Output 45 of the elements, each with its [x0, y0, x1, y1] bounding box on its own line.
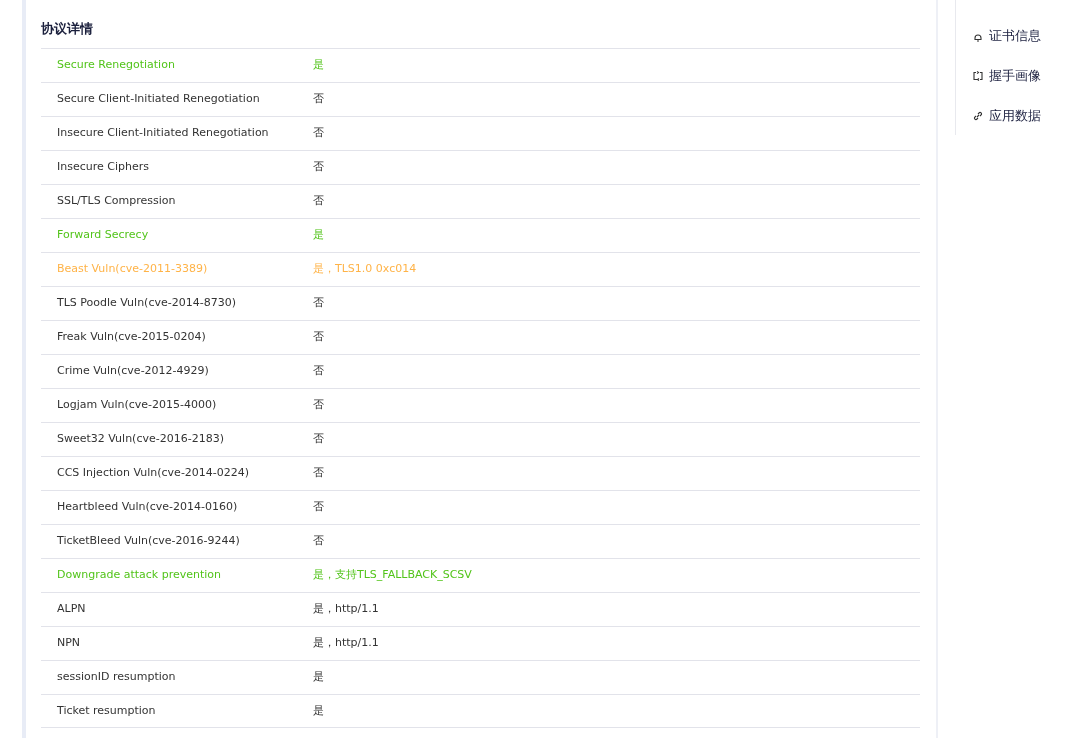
nav-link[interactable]: 证书信息 — [972, 16, 1041, 56]
row-value: 是 — [313, 227, 324, 244]
link-icon — [972, 110, 984, 122]
row-label: Freak Vuln(cve-2015-0204) — [56, 329, 207, 346]
row-value: 否 — [313, 465, 324, 482]
row-value: 否 — [313, 125, 324, 142]
row-value: 否 — [313, 329, 324, 346]
row-label: Heartbleed Vuln(cve-2014-0160) — [56, 499, 239, 516]
row-value: 是 — [313, 57, 324, 74]
row-value: 否 — [313, 91, 324, 108]
row-label: Ticket resumption — [56, 702, 157, 719]
row-value: 是，http/1.1 — [313, 601, 379, 618]
section-title: 协议详情 — [41, 20, 94, 38]
row-label: Downgrade attack prevention — [56, 567, 223, 584]
row-value: 是，http/1.1 — [313, 635, 379, 652]
row-value: 是 — [313, 669, 324, 686]
row-label: CCS Injection Vuln(cve-2014-0224) — [56, 465, 251, 482]
row-label: Beast Vuln(cve-2011-3389) — [56, 261, 209, 278]
nav-link[interactable]: 握手画像 — [972, 56, 1041, 96]
row-label: TicketBleed Vuln(cve-2016-9244) — [56, 533, 241, 550]
row-label: TLS Poodle Vuln(cve-2014-8730) — [56, 295, 237, 312]
row-value: 是，支持TLS_FALLBACK_SCSV — [313, 567, 472, 584]
row-label: Secure Client-Initiated Renegotiation — [56, 91, 261, 108]
row-value: 否 — [313, 363, 324, 380]
row-label: ALPN — [56, 601, 87, 618]
row-value: 否 — [313, 159, 324, 176]
row-value: 否 — [313, 295, 324, 312]
row-label: SSL/TLS Compression — [56, 193, 177, 210]
row-label: NPN — [56, 635, 82, 652]
row-value: 是 — [313, 702, 324, 719]
row-label: Sweet32 Vuln(cve-2016-2183) — [56, 431, 225, 448]
row-label: sessionID resumption — [56, 669, 177, 686]
row-value: 否 — [313, 499, 324, 516]
row-value: 否 — [313, 397, 324, 414]
nav-link[interactable]: 应用数据 — [972, 96, 1041, 136]
row-value: 否 — [313, 431, 324, 448]
row-label: Insecure Ciphers — [56, 159, 150, 176]
row-value: 否 — [313, 533, 324, 550]
row-label: Logjam Vuln(cve-2015-4000) — [56, 397, 218, 414]
row-label: Insecure Client-Initiated Renegotiation — [56, 125, 270, 142]
row-label: Crime Vuln(cve-2012-4929) — [56, 363, 210, 380]
row-value: 否 — [313, 193, 324, 210]
row-value: 是，TLS1.0 0xc014 — [313, 261, 417, 278]
row-label: Secure Renegotiation — [56, 57, 176, 74]
row-label: Forward Secrecy — [56, 227, 150, 244]
